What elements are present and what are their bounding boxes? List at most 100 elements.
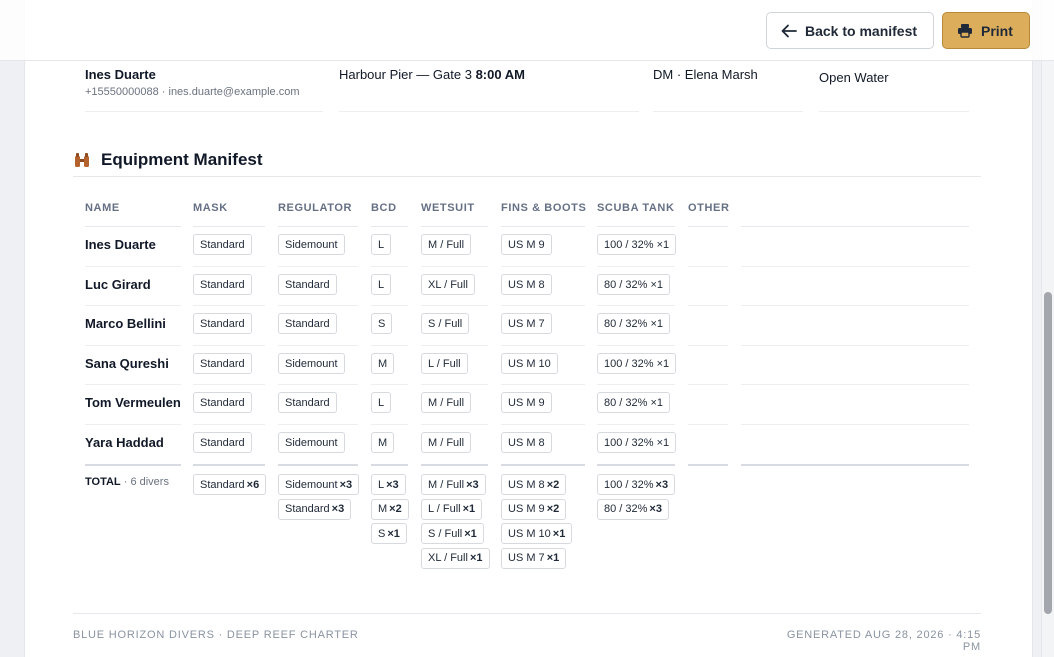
total-value: XL / Full xyxy=(428,552,468,564)
total-chip-fins: US M 7 ×1 xyxy=(501,547,567,569)
diver-name: Tom Vermeulen xyxy=(85,395,181,410)
header-divider xyxy=(371,226,408,227)
printer-icon xyxy=(958,24,972,38)
top-toolbar: Back to manifest Print xyxy=(0,0,1054,61)
row-divider xyxy=(501,384,585,385)
back-button-label: Back to manifest xyxy=(805,22,918,39)
col-header-regulator: REGULATOR xyxy=(278,202,353,214)
section-title: Equipment Manifest xyxy=(101,149,263,169)
totals-divider xyxy=(688,464,728,466)
chip-regulator: Standard xyxy=(278,313,337,334)
meeting-location: Harbour Pier — Gate 3 xyxy=(339,67,472,82)
row-divider xyxy=(421,266,488,267)
row-divider xyxy=(421,424,488,425)
col-header-wetsuit: WETSUIT xyxy=(421,202,475,214)
row-divider xyxy=(371,345,408,346)
prev-diver-contact: +15550000088 · ines.duarte@example.com xyxy=(85,86,300,98)
chip-bcd: M xyxy=(371,353,395,374)
total-chip-regulator: Sidemount ×3 xyxy=(278,474,360,495)
totals-title: TOTAL xyxy=(85,476,121,488)
total-chip-fins: US M 10 ×1 xyxy=(501,523,573,544)
total-chip-fins: US M 8 ×2 xyxy=(501,474,567,495)
total-value: Sidemount xyxy=(285,478,338,491)
total-value: US M 9 xyxy=(508,503,545,515)
header-divider xyxy=(688,226,728,227)
back-to-manifest-button[interactable]: Back to manifest xyxy=(766,12,934,49)
chip-tank: 100 / 32% ×1 xyxy=(597,432,677,453)
total-chip-bcd: M ×2 xyxy=(371,498,409,520)
row-divider xyxy=(278,424,358,425)
row-divider xyxy=(371,305,408,306)
diver-name: Marco Bellini xyxy=(85,316,166,331)
prev-diver-name: Ines Duarte xyxy=(85,67,156,82)
row-divider xyxy=(501,266,585,267)
row-divider xyxy=(597,384,675,385)
binoculars-icon xyxy=(75,152,89,167)
row-divider xyxy=(278,384,358,385)
row-divider xyxy=(193,305,265,306)
row-divider xyxy=(371,384,408,385)
chip-fins: US M 7 xyxy=(501,313,552,334)
chip-mask: Standard xyxy=(193,392,252,413)
total-chip-bcd: S ×1 xyxy=(371,523,407,544)
col-header-fins-boots: FINS & BOOTS xyxy=(501,202,587,214)
header-divider xyxy=(193,226,265,227)
total-value: L xyxy=(378,478,385,491)
row-divider xyxy=(741,424,969,425)
row-divider xyxy=(371,266,408,267)
chip-mask: Standard xyxy=(193,353,252,374)
chip-regulator: Sidemount xyxy=(278,234,345,255)
chip-fins: US M 10 xyxy=(501,353,558,374)
chip-bcd: M xyxy=(371,432,395,453)
prev-cert-level: Open Water xyxy=(819,70,889,85)
footer-company: BLUE HORIZON DIVERS · DEEP REEF CHARTER xyxy=(73,629,359,641)
total-count: ×2 xyxy=(389,503,402,515)
total-value: M / Full xyxy=(428,478,465,491)
total-count: ×2 xyxy=(546,478,560,491)
chip-regulator: Standard xyxy=(278,274,337,295)
print-button[interactable]: Print xyxy=(942,12,1030,49)
chip-fins: US M 9 xyxy=(501,392,552,413)
chip-tank: 80 / 32% ×1 xyxy=(597,313,671,334)
col-header-other: OTHER xyxy=(688,202,730,214)
chip-wetsuit: M / Full xyxy=(421,432,472,453)
print-button-label: Print xyxy=(981,22,1013,39)
row-divider xyxy=(278,266,358,267)
scrollbar-thumb[interactable] xyxy=(1044,292,1052,614)
equipment-section-header: Equipment Manifest xyxy=(73,143,981,177)
total-value: S / Full xyxy=(428,527,463,540)
col-header-name: NAME xyxy=(85,202,120,214)
total-count: ×1 xyxy=(552,527,566,540)
row-divider xyxy=(741,305,969,306)
row-divider xyxy=(85,305,181,306)
col-header-bcd: BCD xyxy=(371,202,397,214)
row-divider xyxy=(85,384,181,385)
total-count: ×1 xyxy=(464,527,477,540)
row-divider xyxy=(741,266,969,267)
total-count: ×1 xyxy=(387,527,400,540)
total-count: ×3 xyxy=(649,503,662,515)
total-count: ×3 xyxy=(339,478,353,491)
chip-bcd: L xyxy=(371,392,392,413)
chip-wetsuit: M / Full xyxy=(421,234,472,255)
chip-regulator: Sidemount xyxy=(278,353,345,374)
totals-divider xyxy=(85,464,181,466)
row-divider xyxy=(278,345,358,346)
chip-wetsuit: M / Full xyxy=(421,392,472,413)
total-chip-wetsuit: L / Full ×1 xyxy=(421,498,483,520)
total-chip-fins: US M 9 ×2 xyxy=(501,498,567,520)
header-divider xyxy=(278,226,358,227)
total-count: ×1 xyxy=(546,552,560,564)
totals-diver-count: · 6 divers xyxy=(123,476,169,488)
diver-name: Sana Qureshi xyxy=(85,356,169,371)
col-header-scuba-tank: SCUBA TANK xyxy=(597,202,675,214)
footer-generated: GENERATED AUG 28, 2026 · 4:15 PM xyxy=(786,629,981,653)
row-divider xyxy=(688,345,728,346)
totals-label: TOTAL · 6 divers xyxy=(85,476,169,488)
total-value: US M 7 xyxy=(508,552,545,564)
row-divider xyxy=(597,266,675,267)
meeting-time: 8:00 AM xyxy=(475,67,525,82)
row-divider xyxy=(193,424,265,425)
chip-mask: Standard xyxy=(193,234,252,255)
total-value: S xyxy=(378,527,386,540)
